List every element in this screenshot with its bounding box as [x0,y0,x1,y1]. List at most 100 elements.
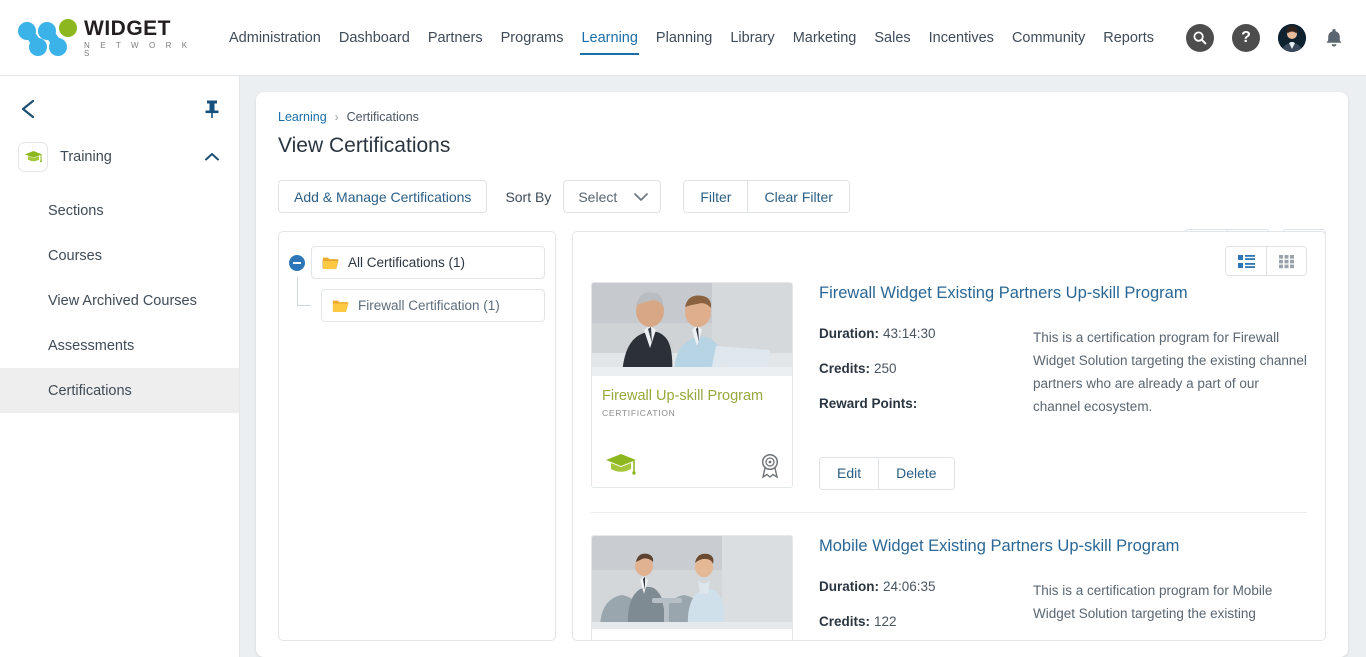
logo-tagline: N E T W O R K S [84,40,192,58]
graduation-cap-icon [604,451,638,479]
add-manage-certifications-button[interactable]: Add & Manage Certifications [278,180,488,213]
credits-value: 250 [874,360,897,376]
nav-item-reports[interactable]: Reports [1094,0,1163,75]
main-content: Learning › Certifications View Certifica… [240,76,1366,657]
graduation-cap-icon [18,142,48,172]
sort-by-select-value: Select [578,188,618,205]
duration-value: 43:14:30 [883,325,936,341]
certification-meta: Duration: 43:14:30 Credits: 250 Reward Poi… [819,326,1033,431]
sidebar-item-sections[interactable]: Sections [0,188,239,233]
credits-line: Credits: 250 [819,361,1033,376]
chevron-up-icon[interactable] [203,151,221,163]
certification-description: This is a certification program for Mobi… [1033,582,1273,621]
sidebar: Training Sections Courses View Archived … [0,76,240,657]
sidebar-item-view-archived-courses[interactable]: View Archived Courses [0,278,239,323]
credits-label: Credits: [819,613,871,629]
award-badge-icon [760,453,780,479]
certification-description: This is a certification program for Fire… [1033,329,1307,415]
certification-row: Firewall Up-skill Program CERTIFICATION [591,282,1307,512]
credits-value: 122 [874,613,897,629]
nav-item-programs[interactable]: Programs [492,0,573,75]
page-body: Training Sections Courses View Archived … [0,76,1366,657]
duration-line: Duration: 24:06:35 [819,579,1033,594]
tree-root-row: All Certifications (1) [289,246,545,279]
nav-item-sales[interactable]: Sales [865,0,919,75]
thumbnail-title: Mobile Up-skill Program [592,629,792,640]
notification-bell-icon[interactable] [1324,27,1344,49]
tree-children: Firewall Certification (1) [289,277,545,322]
sidebar-item-certifications[interactable]: Certifications [0,368,239,413]
folder-icon [332,299,349,313]
nav-item-dashboard[interactable]: Dashboard [330,0,419,75]
nav-item-incentives[interactable]: Incentives [920,0,1003,75]
sidebar-header [0,76,239,124]
search-icon[interactable] [1186,23,1214,52]
breadcrumb: Learning › Certifications [278,110,1326,124]
pin-icon[interactable] [203,99,221,119]
avatar[interactable] [1278,23,1306,52]
filter-button-group: Filter Clear Filter [683,180,850,213]
sidebar-menu: Sections Courses View Archived Courses A… [0,188,239,413]
duration-label: Duration: [819,325,879,341]
sort-by-select[interactable]: Select [563,180,662,213]
thumbnail-image [592,283,792,376]
nav-item-community[interactable]: Community [1003,0,1094,75]
reward-points-line: Reward Points: [819,396,1033,411]
thumbnail-kicker: CERTIFICATION [602,407,676,418]
certification-columns: Duration:24:06:35 Credits:122 Reward Poi… [819,579,1307,640]
certification-thumbnail[interactable]: Firewall Up-skill Program CERTIFICATION [591,282,793,488]
nav-item-marketing[interactable]: Marketing [784,0,866,75]
thumbnail-title: Firewall Up-skill Program [602,388,764,404]
certification-row: Mobile Up-skill Program CERTIFICATION [591,511,1307,640]
certification-info: Firewall Widget Existing Partners Up-ski… [819,282,1307,490]
chevron-left-icon[interactable] [18,97,40,121]
sidebar-item-assessments[interactable]: Assessments [0,323,239,368]
tree-node-all-certifications[interactable]: All Certifications (1) [311,246,545,279]
sidebar-item-courses[interactable]: Courses [0,233,239,278]
filter-button[interactable]: Filter [684,181,748,212]
collapse-toggle-icon[interactable] [289,254,305,271]
edit-button[interactable]: Edit [820,457,879,489]
list-view-icon[interactable] [1226,247,1266,275]
certification-info: Mobile Widget Existing Partners Up-skill… [819,535,1307,640]
sort-by-label: Sort By [505,188,552,205]
certification-tree-pane: All Certifications (1) Firewall Certific… [278,231,556,641]
help-icon[interactable]: ? [1232,23,1260,52]
credits-line: Credits: 122 [819,614,1033,629]
nav-item-learning[interactable]: Learning [572,0,646,75]
duration-value: 24:06:35 [883,578,936,594]
tree-connector [297,277,311,306]
thumbnail-footer [592,451,792,479]
nav-item-administration[interactable]: Administration [220,0,330,75]
logo-wordmark: WIDGET [84,16,171,40]
certification-meta: Duration:24:06:35 Credits:122 Reward Poi… [819,579,1033,640]
folder-icon [322,256,339,270]
nav-item-planning[interactable]: Planning [647,0,721,75]
certification-title[interactable]: Firewall Widget Existing Partners Up-ski… [819,284,1307,304]
brand-logo[interactable]: WIDGET N E T W O R K S [16,18,194,58]
tree-node-label: All Certifications (1) [348,255,466,270]
grid-view-icon[interactable] [1266,247,1306,275]
breadcrumb-separator-icon: › [334,110,339,124]
panes: All Certifications (1) Firewall Certific… [278,231,1326,641]
content-panel: Learning › Certifications View Certifica… [256,92,1348,657]
duration-line: Duration: 43:14:30 [819,326,1033,341]
logo-mark-icon [16,18,78,58]
duration-label: Duration: [819,578,879,594]
nav-item-library[interactable]: Library [721,0,783,75]
sidebar-section-training[interactable]: Training [0,136,239,178]
breadcrumb-learning[interactable]: Learning [278,110,327,124]
thumbnail-image [592,535,792,629]
clear-filter-button[interactable]: Clear Filter [747,181,849,212]
reward-points-label: Reward Points: [819,395,918,411]
top-navigation-bar: WIDGET N E T W O R K S Administration Da… [0,0,1366,76]
certification-thumbnail[interactable]: Mobile Up-skill Program CERTIFICATION [591,534,793,640]
chevron-down-icon [633,192,649,202]
certification-list-pane: Firewall Up-skill Program CERTIFICATION [572,231,1326,641]
tree-node-firewall-certification[interactable]: Firewall Certification (1) [321,289,545,322]
view-toggle-group [1225,246,1307,276]
top-right-actions: ? [1186,23,1344,52]
delete-button[interactable]: Delete [878,457,954,489]
nav-item-partners[interactable]: Partners [419,0,492,75]
certification-title[interactable]: Mobile Widget Existing Partners Up-skill… [819,537,1307,557]
